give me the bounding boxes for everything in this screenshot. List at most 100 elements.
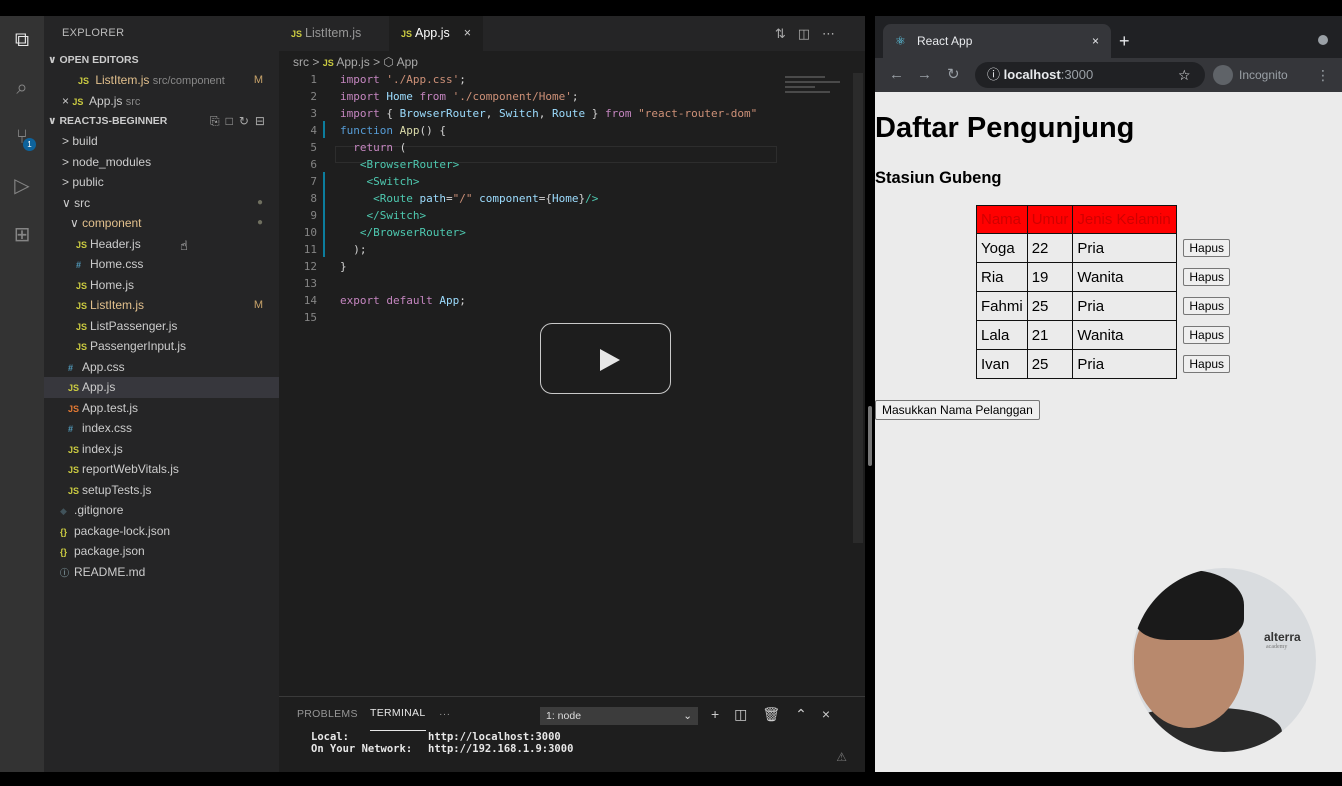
symbol-icon: ⬡: [383, 55, 394, 69]
code-line: function App() {: [340, 124, 446, 137]
column-header: Nama: [976, 205, 1028, 234]
css-file-icon: #: [76, 260, 82, 270]
tab-problems[interactable]: PROBLEMS: [297, 697, 358, 731]
js-file-icon: JS: [76, 321, 88, 332]
tree-file[interactable]: {} package.json: [44, 541, 279, 562]
code-line: <Switch>: [366, 175, 420, 188]
js-file-icon: JS: [68, 465, 80, 475]
js-file-icon: JS: [76, 239, 88, 250]
table-row: Ivan 25 Pria Hapus: [976, 349, 1235, 379]
back-icon[interactable]: ←: [889, 58, 904, 92]
delete-button[interactable]: Hapus: [1183, 326, 1231, 344]
tree-file[interactable]: # App.css: [44, 357, 279, 378]
run-debug-icon[interactable]: ▷: [8, 172, 36, 200]
delete-button[interactable]: Hapus: [1183, 239, 1231, 257]
browser-menu-icon[interactable]: ⋮: [1316, 58, 1330, 92]
tree-file[interactable]: {} package-lock.json: [44, 521, 279, 542]
tab-terminal[interactable]: TERMINAL: [370, 697, 426, 731]
explorer-title: EXPLORER: [62, 27, 125, 39]
tree-folder-src[interactable]: ∨ src ●: [44, 193, 279, 214]
activity-bar: ⧉ ⌕ ⑂ 1 ▷ ⊞: [0, 16, 44, 772]
open-editor-item[interactable]: JS ListItem.js src/component M: [44, 70, 279, 91]
tree-file[interactable]: JS App.test.js: [44, 398, 279, 419]
table-row: Fahmi 25 Pria Hapus: [976, 291, 1235, 321]
webcam-overlay: alterra academy: [1132, 568, 1316, 752]
incognito-profile[interactable]: Incognito: [1213, 63, 1288, 87]
bookmark-star-icon[interactable]: ☆: [1178, 58, 1191, 92]
explorer-sidebar: EXPLORER ∨ OPEN EDITORS JS ListItem.js s…: [44, 16, 279, 772]
code-line: import Home from './component/Home';: [340, 90, 579, 103]
tree-file[interactable]: JS ListPassenger.js: [44, 316, 279, 337]
source-control-icon[interactable]: ⑂ 1: [8, 123, 36, 151]
forward-icon[interactable]: →: [917, 58, 932, 92]
panel-more-icon[interactable]: ···: [439, 697, 450, 731]
tree-file[interactable]: JS reportWebVitals.js: [44, 459, 279, 480]
code-line: <BrowserRouter>: [359, 158, 460, 171]
split-divider[interactable]: [865, 16, 875, 772]
browser-menu-circle-icon[interactable]: [1318, 35, 1328, 45]
terminal-line: Local: http://localhost:3000: [311, 731, 561, 743]
add-visitor-button[interactable]: Masukkan Nama Pelanggan: [875, 400, 1040, 420]
tab-app[interactable]: JS App.js ×: [389, 16, 484, 51]
modified-dot: ●: [256, 217, 263, 228]
tree-file[interactable]: JS ListItem.js M: [44, 295, 279, 316]
tree-file[interactable]: JS PassengerInput.js: [44, 336, 279, 357]
close-icon[interactable]: ×: [62, 94, 69, 108]
info-icon[interactable]: ⓘ: [987, 67, 1000, 82]
tree-file[interactable]: ◆ .gitignore: [44, 500, 279, 521]
editor-actions[interactable]: ⇅◫⋯: [775, 16, 847, 51]
browser-tab[interactable]: ⚛ React App ×: [883, 24, 1111, 58]
tree-file[interactable]: # index.css: [44, 418, 279, 439]
explorer-actions[interactable]: ⎘□↻⊟: [210, 111, 271, 131]
open-editors-header[interactable]: ∨ OPEN EDITORS: [44, 50, 279, 70]
json-file-icon: {}: [60, 526, 68, 537]
js-file-icon: JS: [78, 76, 90, 86]
url-input[interactable]: ⓘ localhost:3000: [975, 62, 1205, 88]
js-file-icon: JS: [76, 280, 88, 291]
info-file-icon: ⓘ: [60, 567, 70, 578]
new-tab-icon[interactable]: +: [1119, 24, 1130, 58]
tab-listitem[interactable]: JS ListItem.js: [279, 16, 373, 51]
bottom-panel: PROBLEMS TERMINAL ··· 1: node ⌄ +◫🗑︎⌃× Lo…: [279, 696, 865, 772]
git-file-icon: ◆: [60, 506, 67, 516]
minimap[interactable]: [779, 73, 854, 123]
delete-button[interactable]: Hapus: [1183, 297, 1231, 315]
delete-button[interactable]: Hapus: [1183, 268, 1231, 286]
js-file-icon: JS: [68, 444, 80, 455]
js-file-icon: JS: [322, 58, 334, 68]
terminal-output[interactable]: Local: http://localhost:3000 On Your Netw…: [279, 731, 865, 755]
close-tab-icon[interactable]: ×: [1092, 24, 1099, 58]
reload-icon[interactable]: ↻: [947, 58, 960, 92]
tree-folder-build[interactable]: > build: [44, 131, 279, 152]
editor-scrollbar[interactable]: [853, 73, 863, 543]
tree-file-selected[interactable]: JS App.js: [44, 377, 279, 398]
js-file-icon: JS: [401, 29, 413, 39]
delete-button[interactable]: Hapus: [1183, 355, 1231, 373]
extensions-icon[interactable]: ⊞: [8, 221, 36, 249]
test-file-icon: JS: [68, 403, 80, 414]
close-tab-icon[interactable]: ×: [464, 26, 471, 40]
explorer-icon[interactable]: ⧉: [8, 26, 36, 54]
js-file-icon: JS: [68, 485, 80, 496]
panel-actions[interactable]: +◫🗑︎⌃×: [711, 697, 845, 731]
table-header-row: Nama Umur Jenis Kelamin: [976, 205, 1235, 234]
search-icon[interactable]: ⌕: [8, 74, 36, 102]
tree-file[interactable]: ⓘ README.md: [44, 562, 279, 583]
terminal-select[interactable]: 1: node ⌄: [540, 707, 698, 725]
split-grip[interactable]: [868, 406, 872, 466]
tree-file[interactable]: JS Header.js ☝: [44, 234, 279, 255]
chevron-down-icon: ⌄: [683, 710, 692, 722]
tree-folder-public[interactable]: > public: [44, 172, 279, 193]
tree-file[interactable]: JS setupTests.js: [44, 480, 279, 501]
code-line: }: [340, 260, 347, 273]
tree-folder-node-modules[interactable]: > node_modules: [44, 152, 279, 173]
project-header[interactable]: ∨ REACTJS-BEGINNER ⎘□↻⊟: [44, 111, 279, 131]
tree-file[interactable]: # Home.css: [44, 254, 279, 275]
react-favicon-icon: ⚛: [895, 34, 906, 48]
tree-file[interactable]: JS index.js: [44, 439, 279, 460]
git-change-marker: [323, 121, 325, 138]
open-editor-item[interactable]: × JS App.js src: [44, 91, 279, 112]
tree-folder-component[interactable]: ∨ component ●: [44, 213, 279, 234]
tree-file[interactable]: JS Home.js: [44, 275, 279, 296]
video-play-button[interactable]: [540, 323, 671, 394]
